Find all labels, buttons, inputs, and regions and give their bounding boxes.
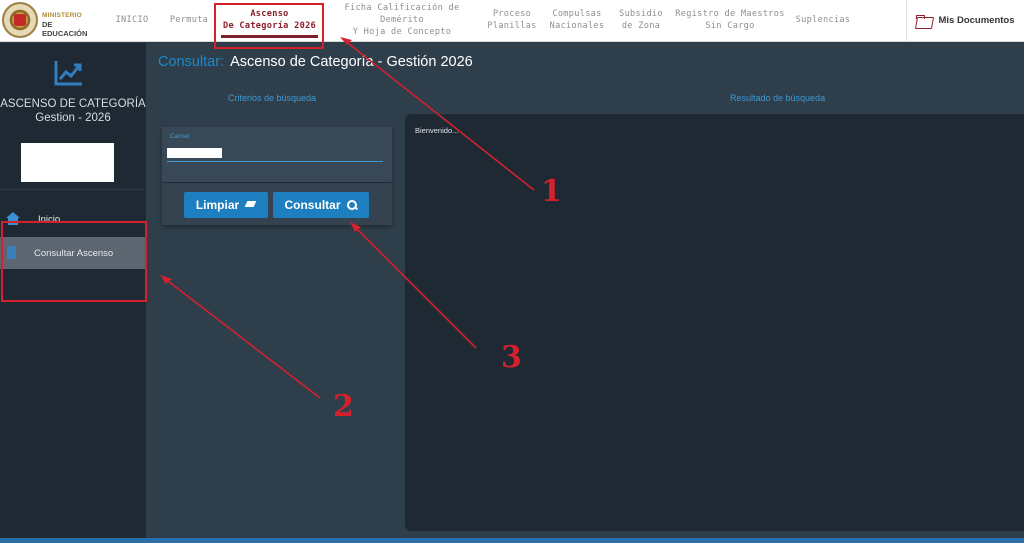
sidebar-title-line1: ASCENSO DE CATEGORÍA [0, 98, 146, 110]
nav-compulsas-label-line1: Compulsas [552, 9, 602, 19]
nav-inicio-label: INICIO [115, 15, 149, 25]
carnet-redacted-value [167, 148, 222, 158]
page-title: Consultar: Ascenso de Categoría - Gestión… [158, 54, 473, 70]
nav-subsidio-label-line2: de Zona [621, 21, 661, 31]
mis-documentos-label: Mis Documentos [938, 15, 1015, 26]
nav-registro-maestros[interactable]: Registro de Maestros Sin Cargo [672, 0, 788, 40]
mis-documentos-link[interactable]: Mis Documentos [906, 0, 1024, 41]
nav-registro-label-line2: Sin Cargo [705, 21, 755, 31]
limpiar-button-label: Limpiar [195, 198, 240, 212]
limpiar-button[interactable]: Limpiar [184, 192, 268, 218]
nav-inicio[interactable]: INICIO [110, 0, 154, 40]
user-avatar-placeholder [21, 143, 114, 182]
bottom-accent-bar [0, 538, 1024, 543]
page-title-text: Ascenso de Categoría - Gestión 2026 [230, 54, 473, 70]
ministerio-logo[interactable]: MINISTERIO DE EDUCACIÓN [2, 2, 98, 40]
nav-registro-label-line1: Registro de Maestros [675, 9, 785, 19]
coat-of-arms-icon [2, 2, 38, 38]
search-icon [346, 199, 358, 211]
carnet-input[interactable] [167, 146, 383, 162]
nav-ficha-calificacion[interactable]: Ficha Calificación de Demérito Y Hoja de… [328, 0, 476, 40]
button-bar: Limpiar Consultar [162, 183, 392, 225]
annotation-number-2: 2 [333, 389, 354, 424]
sidebar-title-line2: Gestion - 2026 [35, 112, 111, 124]
sidebar-title: ASCENSO DE CATEGORÍA Gestion - 2026 [0, 97, 146, 125]
nav-proceso-label-line1: Proceso [492, 9, 532, 19]
nav-suplencias-label: Suplencias [795, 15, 851, 25]
consultar-button-label: Consultar [284, 198, 341, 212]
nav-proceso-label-line2: Planillas [487, 21, 537, 31]
brand-top-text: MINISTERIO [42, 12, 82, 19]
page-title-prefix: Consultar: [158, 54, 225, 70]
search-criteria-card: Carnet [162, 127, 392, 182]
results-panel: Bienvenido... [405, 114, 1024, 531]
annotation-number-3: 3 [501, 340, 522, 375]
nav-permuta-label: Permuta [169, 15, 209, 25]
nav-subsidio-zona[interactable]: Subsidio de Zona [614, 0, 668, 40]
results-welcome-text: Bienvenido... [415, 126, 459, 135]
nav-permuta[interactable]: Permuta [163, 0, 215, 40]
carnet-label: Carnet [170, 133, 190, 140]
nav-suplencias[interactable]: Suplencias [792, 0, 854, 40]
sidebar-divider [0, 189, 146, 190]
criteria-header: Criterios de búsqueda [228, 93, 317, 103]
consultar-button[interactable]: Consultar [273, 192, 369, 218]
annotation-number-1: 1 [541, 174, 562, 209]
nav-compulsas-nacionales[interactable]: Compulsas Nacionales [544, 0, 610, 40]
line-chart-icon [54, 61, 82, 86]
top-navbar: MINISTERIO DE EDUCACIÓN INICIO Permuta A… [0, 0, 1024, 42]
brand-bottom-text: DE EDUCACIÓN [42, 20, 88, 38]
folder-open-icon [916, 14, 932, 27]
nav-ficha-label-line2: Y Hoja de Concepto [352, 27, 452, 37]
nav-subsidio-label-line1: Subsidio [619, 9, 663, 19]
main-content: Consultar: Ascenso de Categoría - Gestión… [146, 43, 1024, 543]
annotation-box-sidebar [1, 221, 147, 302]
nav-ficha-label-line1: Ficha Calificación de Demérito [344, 3, 460, 25]
nav-compulsas-label-line2: Nacionales [549, 21, 605, 31]
results-header: Resultado de búsqueda [730, 93, 826, 103]
eraser-icon [245, 201, 256, 209]
annotation-box-ascenso [214, 3, 324, 49]
nav-proceso-planillas[interactable]: Proceso Planillas [484, 0, 540, 40]
